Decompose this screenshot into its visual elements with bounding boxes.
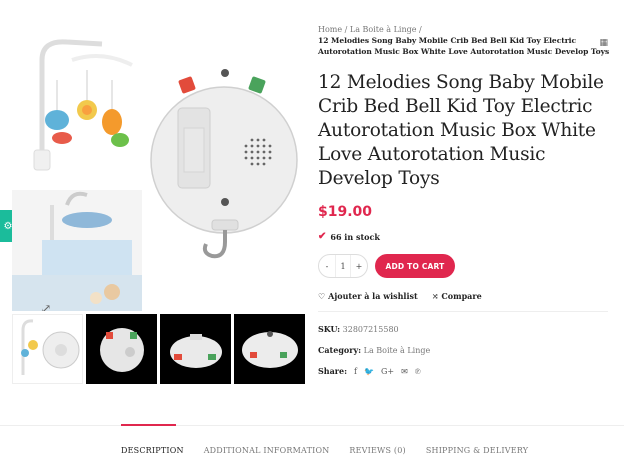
wishlist-label: Ajouter à la wishlist xyxy=(328,291,418,301)
product-actions: ♡ Ajouter à la wishlist ⤨ Compare xyxy=(318,291,614,301)
tab-description[interactable]: DESCRIPTION xyxy=(121,446,184,455)
share-row: Share: f 🐦 G+ ✉ ℗ xyxy=(318,366,614,377)
stock-status: ✔ 66 in stock xyxy=(318,231,614,242)
qty-minus-button[interactable]: - xyxy=(319,255,335,277)
pinterest-icon[interactable]: ℗ xyxy=(415,366,421,377)
category-row: Category: La Boite à Linge xyxy=(318,345,614,356)
qty-plus-button[interactable]: + xyxy=(351,255,367,277)
thumbnail[interactable] xyxy=(86,314,157,384)
divider xyxy=(318,311,608,312)
product-title: 12 Melodies Song Baby Mobile Crib Bed Be… xyxy=(318,72,604,189)
grid-icon[interactable]: ▦ xyxy=(599,38,608,48)
add-to-cart-row: - 1 + ADD TO CART xyxy=(318,254,614,278)
heart-icon: ♡ xyxy=(318,292,326,301)
breadcrumb-home[interactable]: Home xyxy=(318,25,342,34)
breadcrumb-category[interactable]: La Boite à Linge xyxy=(350,25,417,34)
sku-value: 32807215580 xyxy=(342,325,399,334)
thumbnail[interactable] xyxy=(160,314,231,384)
product-summary: Home / La Boite à Linge / 12 Melodies So… xyxy=(318,24,614,377)
quantity-stepper: - 1 + xyxy=(318,254,368,278)
wishlist-link[interactable]: ♡ Ajouter à la wishlist xyxy=(318,291,418,301)
product-meta: SKU: 32807215580 Category: La Boite à Li… xyxy=(318,324,614,377)
main-product-image[interactable]: ⤢ xyxy=(12,20,299,311)
thumbnail[interactable] xyxy=(234,314,305,384)
share-label: Share: xyxy=(318,366,348,376)
thumbnail-strip xyxy=(12,314,305,384)
google-plus-icon[interactable]: G+ xyxy=(381,366,394,377)
category-label: Category: xyxy=(318,345,362,355)
tab-shipping-delivery[interactable]: SHIPPING & DELIVERY xyxy=(426,446,528,455)
tab-additional-information[interactable]: ADDITIONAL INFORMATION xyxy=(204,446,330,455)
shuffle-icon: ⤨ xyxy=(431,292,439,301)
product-tabs: DESCRIPTION ADDITIONAL INFORMATION REVIE… xyxy=(121,446,528,455)
quantity-input[interactable]: 1 xyxy=(335,255,351,277)
product-gallery: ⤢ xyxy=(12,20,299,311)
sku-row: SKU: 32807215580 xyxy=(318,324,614,335)
compare-label: Compare xyxy=(441,291,482,301)
product-photo xyxy=(12,39,298,311)
tabs-divider xyxy=(0,425,624,426)
facebook-icon[interactable]: f xyxy=(354,366,357,377)
active-tab-indicator xyxy=(121,424,176,426)
twitter-icon[interactable]: 🐦 xyxy=(364,366,374,377)
breadcrumb-current: 12 Melodies Song Baby Mobile Crib Bed Be… xyxy=(318,36,610,56)
add-to-cart-button[interactable]: ADD TO CART xyxy=(375,254,455,278)
product-price: $19.00 xyxy=(318,204,373,220)
tab-reviews[interactable]: REVIEWS (0) xyxy=(349,446,405,455)
email-icon[interactable]: ✉ xyxy=(401,366,408,377)
breadcrumb-separator: / xyxy=(419,25,422,34)
breadcrumb: Home / La Boite à Linge / 12 Melodies So… xyxy=(318,24,614,57)
sku-label: SKU: xyxy=(318,324,341,334)
category-link[interactable]: La Boite à Linge xyxy=(364,346,431,355)
check-icon: ✔ xyxy=(318,231,327,242)
compare-link[interactable]: ⤨ Compare xyxy=(432,291,482,301)
zoom-icon[interactable]: ⤢ xyxy=(33,296,59,312)
thumbnail[interactable] xyxy=(12,314,83,384)
breadcrumb-separator: / xyxy=(344,25,348,34)
stock-text: 66 in stock xyxy=(330,231,380,242)
